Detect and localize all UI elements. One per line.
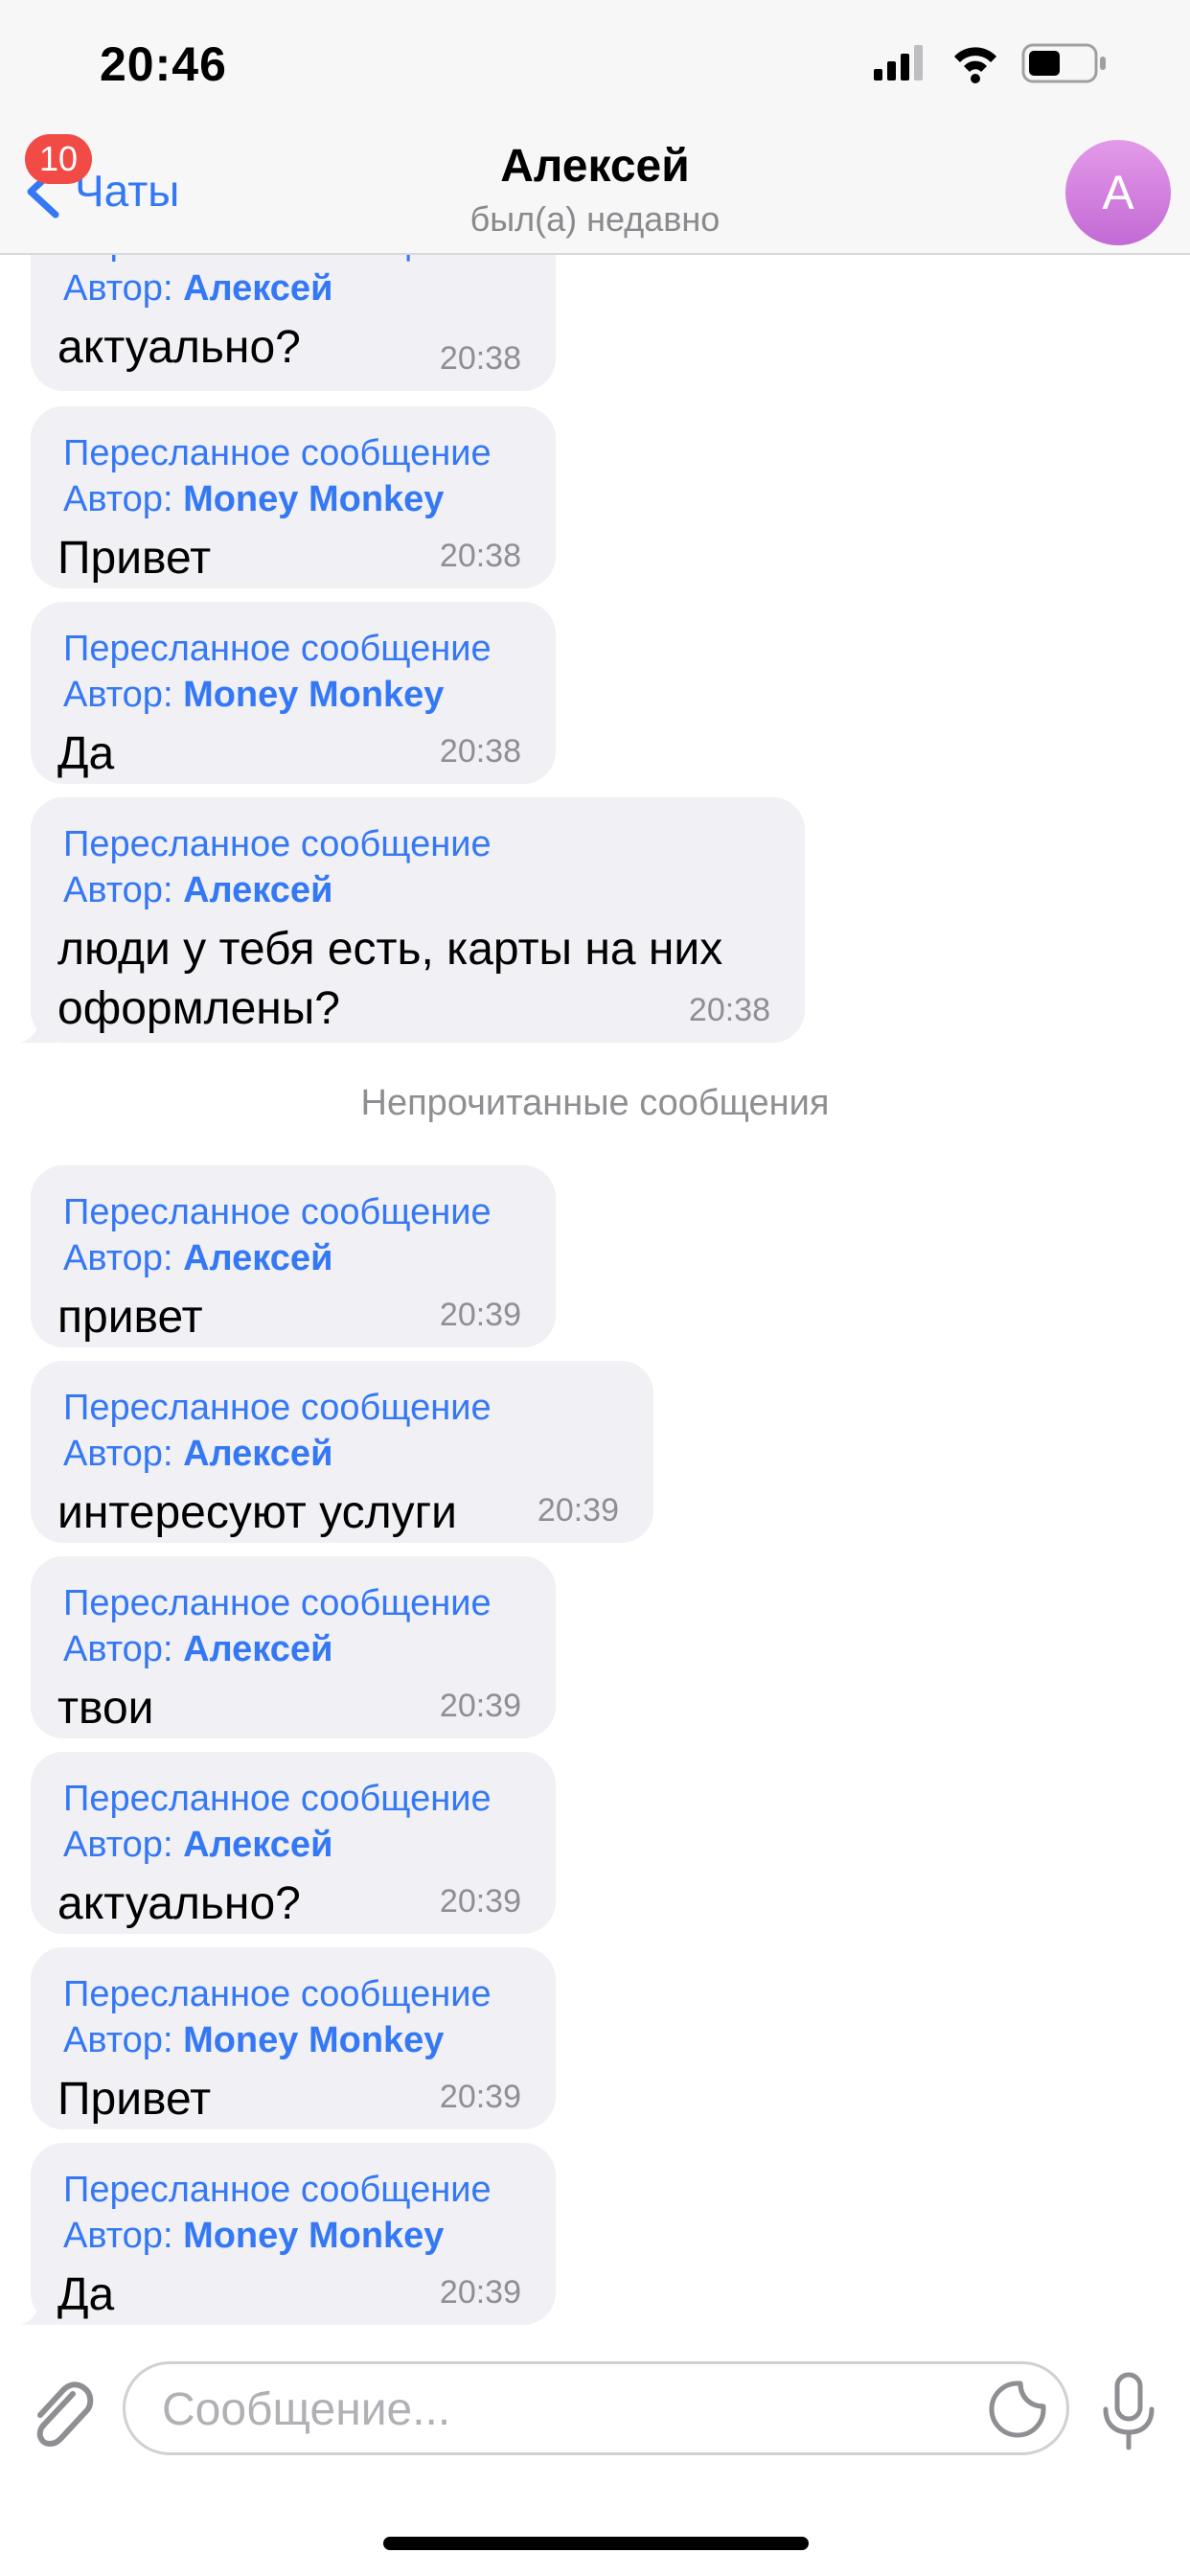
message-bubble[interactable]: Пересланное сообщение Автор: Алексей инт… (31, 1361, 653, 1543)
message-input-wrapper (123, 2361, 1069, 2455)
author-name: Money Monkey (183, 479, 445, 519)
message-text: Да (57, 728, 115, 779)
message-time: 20:39 (439, 1883, 521, 1920)
chat-last-seen: был(а) недавно (469, 199, 721, 239)
message-text: актуально? (57, 1878, 301, 1929)
message-time: 20:39 (439, 1297, 521, 1333)
message-time: 20:38 (439, 733, 521, 770)
message-time: 20:39 (537, 1492, 619, 1529)
forward-author[interactable]: Автор: Алексей (63, 870, 332, 911)
message-text: интересуют услуги (57, 1487, 457, 1538)
message-text: Привет (57, 2074, 212, 2125)
forward-author[interactable]: Автор: Money Monkey (63, 2216, 444, 2257)
message-text: актуально? (57, 322, 301, 373)
message-input[interactable] (160, 2380, 988, 2439)
forward-label: Пересланное сообщение (63, 1974, 492, 2014)
sticker-icon[interactable] (988, 2380, 1047, 2439)
forward-author[interactable]: Автор: Алексей (63, 1238, 332, 1279)
forward-author[interactable]: Автор: Алексей (63, 268, 332, 310)
unread-divider: Непрочитанные сообщения (360, 1083, 830, 1123)
message-text: привет (57, 1292, 203, 1343)
forward-label: Пересланное сообщение (63, 1388, 492, 1428)
message-list[interactable]: Пересланное сообщение Автор: Алексей акт… (0, 253, 1190, 2338)
author-prefix: Автор: (63, 1629, 184, 1669)
forward-label: Пересланное сообщение (63, 1779, 492, 1819)
message-time: 20:39 (439, 2274, 521, 2311)
avatar[interactable]: А (1065, 140, 1171, 245)
author-name: Алексей (183, 1238, 333, 1278)
chat-title[interactable]: Алексей (0, 140, 1190, 193)
message-time: 20:38 (439, 340, 521, 377)
chat-header: 20:46 Чаты 10 Алексей был(а) недавно А (0, 0, 1190, 255)
message-time: 20:38 (439, 538, 521, 574)
forward-label: Пересланное сообщение (63, 1583, 492, 1623)
message-time: 20:39 (439, 2079, 521, 2115)
author-prefix: Автор: (63, 675, 184, 715)
message-time: 20:38 (688, 992, 770, 1028)
message-bubble[interactable]: Пересланное сообщение Автор: Money Monke… (31, 1947, 556, 2129)
author-prefix: Автор: (63, 2020, 184, 2060)
forward-author[interactable]: Автор: Money Monkey (63, 675, 444, 716)
forward-author[interactable]: Автор: Money Monkey (63, 2020, 444, 2061)
message-bubble[interactable]: Пересланное сообщение Автор: Алексей акт… (31, 253, 556, 391)
author-prefix: Автор: (63, 2216, 184, 2256)
unread-badge: 10 (25, 134, 92, 184)
forward-author[interactable]: Автор: Алексей (63, 1434, 332, 1475)
forward-label: Пересланное сообщение (63, 433, 492, 473)
message-text: Да (57, 2269, 115, 2320)
forward-author[interactable]: Автор: Money Monkey (63, 479, 444, 520)
message-bubble[interactable]: Пересланное сообщение Автор: Money Monke… (31, 406, 556, 588)
author-name: Алексей (183, 1825, 333, 1865)
message-bubble[interactable]: Пересланное сообщение Автор: Алексей люд… (31, 797, 805, 1043)
message-bubble[interactable]: Пересланное сообщение Автор: Алексей акт… (31, 1752, 556, 1934)
message-time: 20:39 (439, 1688, 521, 1724)
forward-label: Пересланное сообщение (63, 2170, 492, 2210)
wifi-icon (954, 47, 996, 83)
author-prefix: Автор: (63, 1825, 184, 1865)
attach-icon[interactable] (27, 2377, 96, 2453)
status-icons (874, 43, 1106, 83)
author-prefix: Автор: (63, 870, 184, 910)
author-prefix: Автор: (63, 479, 184, 519)
signal-icon (874, 45, 923, 80)
message-bubble[interactable]: Пересланное сообщение Автор: Money Monke… (31, 2143, 556, 2325)
author-name: Алексей (183, 268, 333, 309)
forward-author[interactable]: Автор: Алексей (63, 1629, 332, 1670)
author-prefix: Автор: (63, 268, 184, 309)
author-name: Алексей (183, 870, 333, 910)
forward-label: Пересланное сообщение (63, 1192, 492, 1232)
bubble-tail (21, 1004, 56, 1043)
microphone-icon[interactable] (1098, 2371, 1159, 2453)
message-text: Привет (57, 533, 212, 584)
message-text: твои (57, 1683, 154, 1734)
forward-author[interactable]: Автор: Алексей (63, 1825, 332, 1866)
bubble-tail (21, 2287, 56, 2325)
message-text: люди у тебя есть, карты на них оформлены… (57, 924, 723, 1034)
message-bubble[interactable]: Пересланное сообщение Автор: Money Monke… (31, 602, 556, 784)
message-bubble[interactable]: Пересланное сообщение Автор: Алексей при… (31, 1165, 556, 1347)
author-name: Money Monkey (183, 2216, 445, 2256)
author-name: Алексей (183, 1629, 333, 1669)
author-name: Money Monkey (183, 2020, 445, 2060)
battery-icon (1021, 43, 1106, 83)
forward-label: Пересланное сообщение (63, 629, 492, 669)
forward-label: Пересланное сообщение (63, 824, 492, 864)
status-time: 20:46 (100, 37, 227, 91)
message-bubble[interactable]: Пересланное сообщение Автор: Алексей тво… (31, 1556, 556, 1738)
author-name: Money Monkey (183, 675, 445, 715)
home-indicator[interactable] (383, 2537, 809, 2550)
author-prefix: Автор: (63, 1238, 184, 1278)
author-prefix: Автор: (63, 1434, 184, 1474)
author-name: Алексей (183, 1434, 333, 1474)
